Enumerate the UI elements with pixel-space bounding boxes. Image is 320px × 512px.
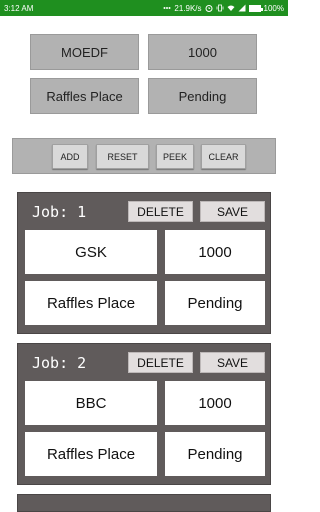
vibrate-icon <box>216 4 224 12</box>
job-name-cell[interactable]: GSK <box>25 230 157 274</box>
wifi-icon <box>227 4 235 12</box>
reset-button[interactable]: RESET <box>96 144 149 169</box>
peek-button[interactable]: PEEK <box>156 144 194 169</box>
alarm-icon <box>205 4 213 12</box>
network-speed: 21.9K/s <box>174 3 202 13</box>
job-amount-cell[interactable]: 1000 <box>165 230 265 274</box>
job-location-cell[interactable]: Raffles Place <box>25 432 157 476</box>
dots-icon <box>163 4 171 12</box>
job-amount-cell[interactable]: 1000 <box>165 381 265 425</box>
location-field[interactable]: Raffles Place <box>30 78 139 114</box>
signal-icon <box>238 4 246 12</box>
job-card-partial <box>17 494 271 512</box>
job-status-cell[interactable]: Pending <box>165 432 265 476</box>
job-title: Job: 2 <box>32 354 87 372</box>
delete-button[interactable]: DELETE <box>128 352 193 373</box>
status-icons: 21.9K/s 100% <box>163 4 284 13</box>
action-bar: ADD RESET PEEK CLEAR <box>12 138 276 174</box>
battery-percent: 100% <box>263 3 284 13</box>
delete-button[interactable]: DELETE <box>128 201 193 222</box>
job-card: Job: 2 DELETE SAVE BBC 1000 Raffles Plac… <box>17 343 271 485</box>
battery-icon <box>248 4 263 12</box>
status-bar: 3:12 AM 21.9K/s 100% <box>0 0 288 16</box>
amount-field[interactable]: 1000 <box>148 34 257 70</box>
job-status-cell[interactable]: Pending <box>165 281 265 325</box>
clear-button[interactable]: CLEAR <box>201 144 246 169</box>
add-button[interactable]: ADD <box>52 144 88 169</box>
job-name-field[interactable]: MOEDF <box>30 34 139 70</box>
status-time: 3:12 AM <box>4 3 34 13</box>
job-location-cell[interactable]: Raffles Place <box>25 281 157 325</box>
job-name-cell[interactable]: BBC <box>25 381 157 425</box>
job-card: Job: 1 DELETE SAVE GSK 1000 Raffles Plac… <box>17 192 271 334</box>
save-button[interactable]: SAVE <box>200 201 265 222</box>
save-button[interactable]: SAVE <box>200 352 265 373</box>
job-title: Job: 1 <box>32 203 87 221</box>
status-field[interactable]: Pending <box>148 78 257 114</box>
